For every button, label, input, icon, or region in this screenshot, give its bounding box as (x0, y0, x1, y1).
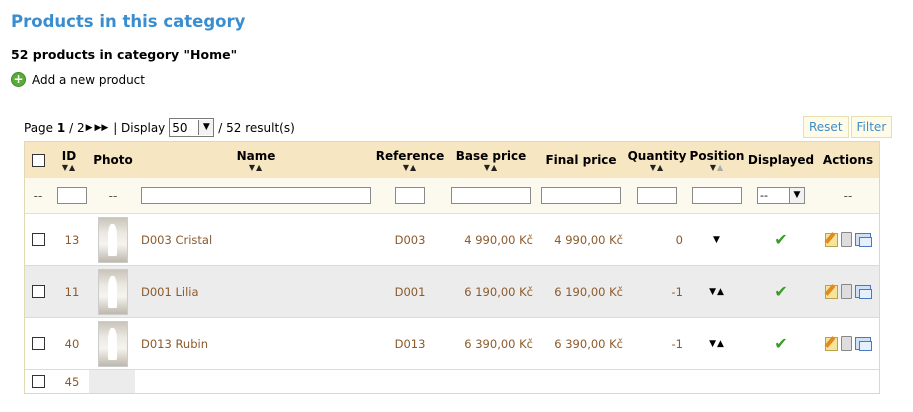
page-sep: / (69, 120, 74, 135)
col-position: Position (689, 148, 745, 163)
product-base-price[interactable]: 4 990,00 Kč (449, 214, 533, 265)
row-checkbox[interactable] (31, 285, 45, 298)
row-checkbox[interactable] (31, 375, 45, 388)
product-id[interactable]: 11 (53, 266, 91, 317)
add-icon: + (11, 72, 26, 87)
product-final-price[interactable]: 6 190,00 Kč (539, 266, 623, 317)
table-header: ID ▼▲ Photo Name ▼▲ Reference ▼▲ Base price… (25, 142, 879, 178)
last-page-icon[interactable]: ▶▶ (95, 123, 109, 133)
filter-final-price-input[interactable] (541, 187, 621, 204)
product-id[interactable]: 40 (53, 318, 91, 369)
position-arrows[interactable]: ▼▲ (689, 266, 745, 317)
sort-arrows-icon[interactable]: ▼▲ (484, 163, 498, 172)
page-title: Products in this category (11, 12, 246, 31)
col-final-price: Final price (545, 153, 617, 167)
delete-icon[interactable] (841, 336, 852, 351)
sort-arrows-icon[interactable]: ▼▲ (62, 163, 76, 172)
position-arrows[interactable]: ▼ (689, 214, 745, 265)
filter-position-input[interactable] (692, 187, 742, 204)
col-name: Name (236, 148, 276, 163)
table-row[interactable]: 40 D013 Rubin D013 6 390,00 Kč 6 390,00 … (25, 318, 879, 370)
select-all-checkbox[interactable] (31, 153, 45, 167)
filter-photo-placeholder: -- (108, 188, 118, 203)
filter-quantity-input[interactable] (637, 187, 677, 204)
products-table: ID ▼▲ Photo Name ▼▲ Reference ▼▲ Base price… (24, 141, 880, 394)
product-quantity[interactable]: -1 (629, 318, 683, 369)
filter-id-input[interactable] (57, 187, 87, 204)
product-reference[interactable]: D013 (377, 318, 443, 369)
current-page: 1 (56, 120, 66, 135)
displayed-check-icon[interactable]: ✔ (749, 214, 813, 265)
reset-button[interactable]: Reset (803, 116, 849, 138)
product-name[interactable]: D001 Lilia (141, 266, 371, 317)
pagination: Page 1 / 2 ▶ ▶▶ | Display 50 ▼ / 52 resu… (24, 118, 295, 137)
product-final-price[interactable]: 6 390,00 Kč (539, 318, 623, 369)
product-base-price[interactable]: 6 390,00 Kč (449, 318, 533, 369)
filter-displayed-value: -- (760, 189, 768, 202)
total-pages: 2 (76, 120, 85, 135)
product-name[interactable]: D003 Cristal (141, 214, 371, 265)
filter-checkbox-placeholder: -- (33, 188, 43, 203)
edit-icon[interactable] (825, 336, 838, 351)
filter-actions-placeholder: -- (843, 188, 853, 203)
display-label: | Display (113, 120, 166, 135)
sort-arrows-icon[interactable]: ▼▲ (710, 163, 724, 172)
displayed-check-icon[interactable]: ✔ (749, 266, 813, 317)
delete-icon[interactable] (841, 284, 852, 299)
duplicate-icon[interactable] (855, 337, 872, 351)
table-row[interactable]: 45 (25, 370, 879, 393)
row-checkbox[interactable] (31, 233, 45, 246)
col-displayed: Displayed (747, 153, 815, 167)
edit-icon[interactable] (825, 232, 838, 247)
col-id: ID (61, 148, 77, 163)
product-final-price[interactable]: 4 990,00 Kč (539, 214, 623, 265)
product-reference[interactable]: D003 (377, 214, 443, 265)
col-actions: Actions (822, 153, 874, 167)
row-checkbox[interactable] (31, 337, 45, 350)
add-product-link[interactable]: + Add a new product (11, 72, 145, 87)
product-id[interactable]: 45 (53, 370, 91, 393)
page-label: Page (24, 120, 54, 135)
sort-arrows-icon[interactable]: ▼▲ (403, 163, 417, 172)
filter-displayed-select[interactable]: -- ▼ (757, 187, 805, 204)
filter-button[interactable]: Filter (850, 116, 893, 138)
product-id[interactable]: 13 (53, 214, 91, 265)
sort-arrows-icon[interactable]: ▼▲ (650, 163, 664, 172)
filter-row: -- -- -- ▼ -- (25, 178, 879, 214)
filter-reference-input[interactable] (395, 187, 425, 204)
product-quantity[interactable]: 0 (629, 214, 683, 265)
col-base-price: Base price (455, 148, 527, 163)
product-reference[interactable]: D001 (377, 266, 443, 317)
sort-arrows-icon[interactable]: ▼▲ (249, 163, 263, 172)
product-name[interactable]: D013 Rubin (141, 318, 371, 369)
add-product-label: Add a new product (32, 72, 145, 87)
product-photo[interactable] (98, 268, 128, 315)
filter-name-input[interactable] (141, 187, 371, 204)
displayed-check-icon[interactable]: ✔ (749, 318, 813, 369)
position-arrows[interactable]: ▼▲ (689, 318, 745, 369)
delete-icon[interactable] (841, 232, 852, 247)
col-quantity: Quantity (627, 148, 687, 163)
next-page-icon[interactable]: ▶ (86, 123, 93, 133)
chevron-down-icon: ▼ (789, 188, 804, 203)
product-photo[interactable] (98, 216, 128, 263)
product-photo[interactable] (98, 320, 128, 367)
per-page-select[interactable]: 50 ▼ (169, 118, 215, 137)
category-product-count: 52 products in category "Home" (11, 47, 238, 62)
product-photo-loading (89, 370, 135, 393)
filter-base-price-input[interactable] (451, 187, 531, 204)
per-page-value: 50 (172, 120, 188, 135)
col-photo: Photo (93, 153, 133, 167)
table-row[interactable]: 11 D001 Lilia D001 6 190,00 Kč 6 190,00 … (25, 266, 879, 318)
product-quantity[interactable]: -1 (629, 266, 683, 317)
chevron-down-icon: ▼ (198, 120, 214, 135)
col-reference: Reference (375, 148, 445, 163)
edit-icon[interactable] (825, 284, 838, 299)
product-base-price[interactable]: 6 190,00 Kč (449, 266, 533, 317)
table-row[interactable]: 13 D003 Cristal D003 4 990,00 Kč 4 990,0… (25, 214, 879, 266)
duplicate-icon[interactable] (855, 285, 872, 299)
duplicate-icon[interactable] (855, 233, 872, 247)
results-count: / 52 result(s) (218, 120, 295, 135)
